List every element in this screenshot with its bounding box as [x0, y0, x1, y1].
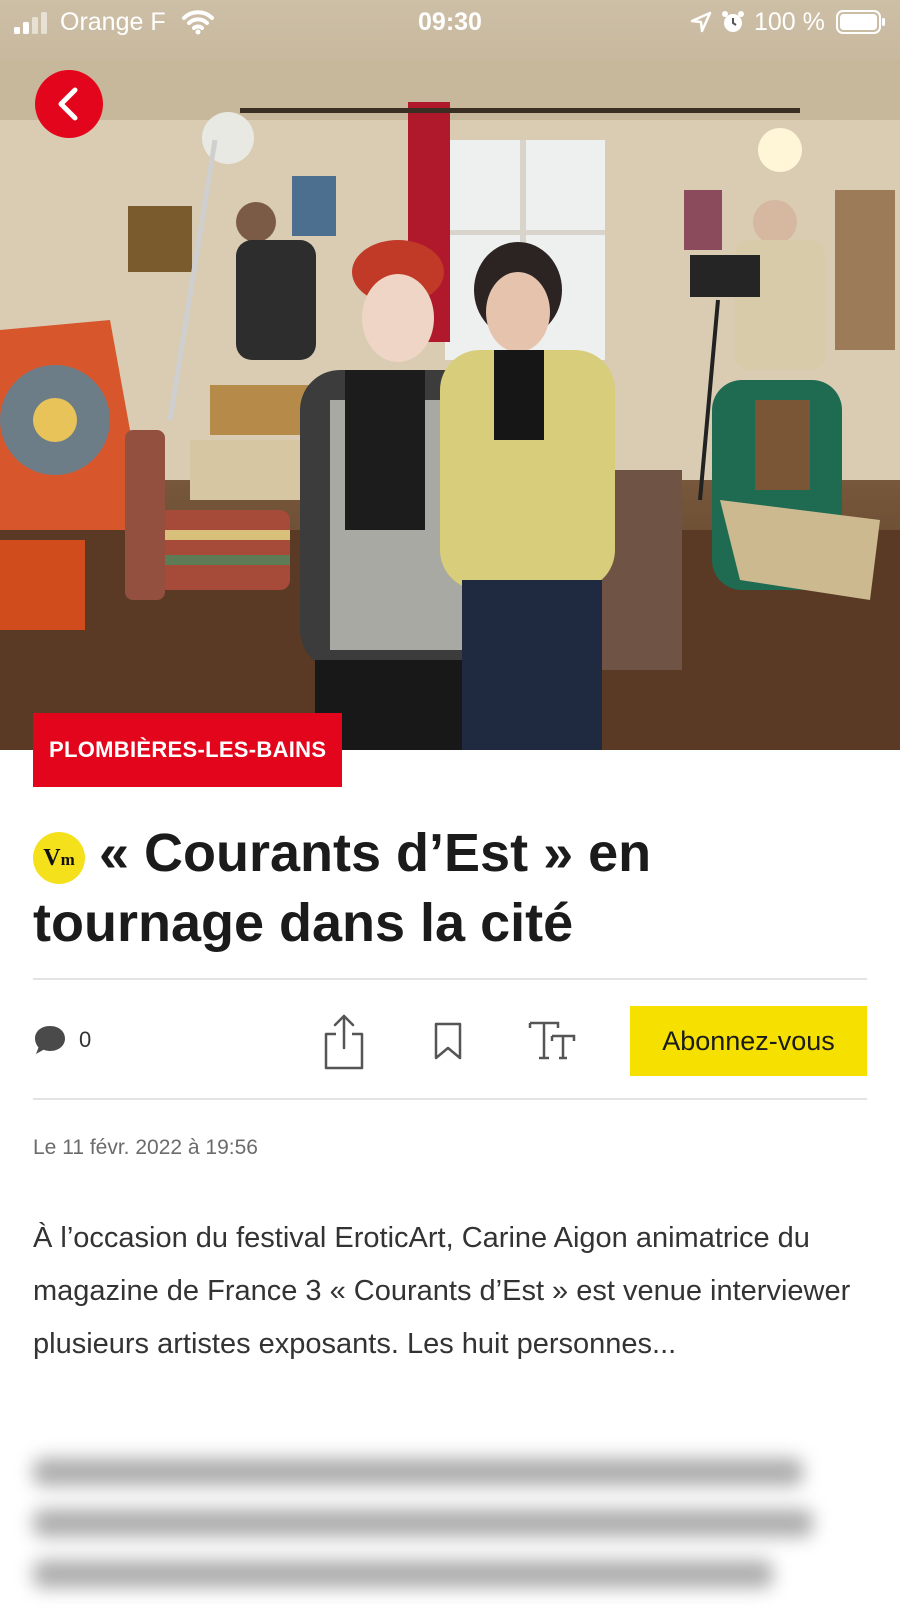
blurred-line	[33, 1509, 813, 1537]
location-icon	[690, 11, 712, 33]
article-lead: À l’occasion du festival EroticArt, Cari…	[33, 1222, 851, 1360]
status-bar: Orange F 09:30 100 %	[0, 0, 900, 46]
category-tag[interactable]: PLOMBIÈRES-LES-BAINS	[33, 713, 343, 787]
comments-button[interactable]: 0	[33, 1012, 123, 1068]
photo-scene	[0, 60, 900, 750]
comment-bubble-icon	[35, 1026, 65, 1054]
publish-date: Le 11 févr. 2022 à 19:56	[33, 1136, 258, 1159]
bookmark-icon[interactable]	[433, 1022, 463, 1060]
back-button[interactable]	[35, 70, 103, 138]
blurred-paywall-text	[33, 1458, 833, 1611]
battery-icon	[836, 10, 885, 34]
subscribe-button[interactable]: Abonnez-vous	[630, 1006, 867, 1076]
alarm-icon	[722, 11, 744, 32]
share-icon[interactable]	[322, 1012, 366, 1070]
blurred-line	[33, 1458, 803, 1486]
hero-photo	[0, 0, 900, 750]
battery-percentage: 100 %	[754, 8, 825, 36]
divider-top	[33, 978, 867, 980]
article-title-text: « Courants d’Est » en tournage dans la c…	[33, 823, 652, 953]
text-size-icon[interactable]	[528, 1020, 576, 1060]
comments-count: 0	[79, 1027, 92, 1052]
back-arrow-icon	[58, 87, 78, 121]
article-title: Vm « Courants d’Est » en tournage dans la…	[33, 818, 863, 958]
blurred-line	[33, 1560, 773, 1588]
vm-badge-icon: Vm	[33, 832, 85, 884]
divider-bottom	[33, 1098, 867, 1100]
